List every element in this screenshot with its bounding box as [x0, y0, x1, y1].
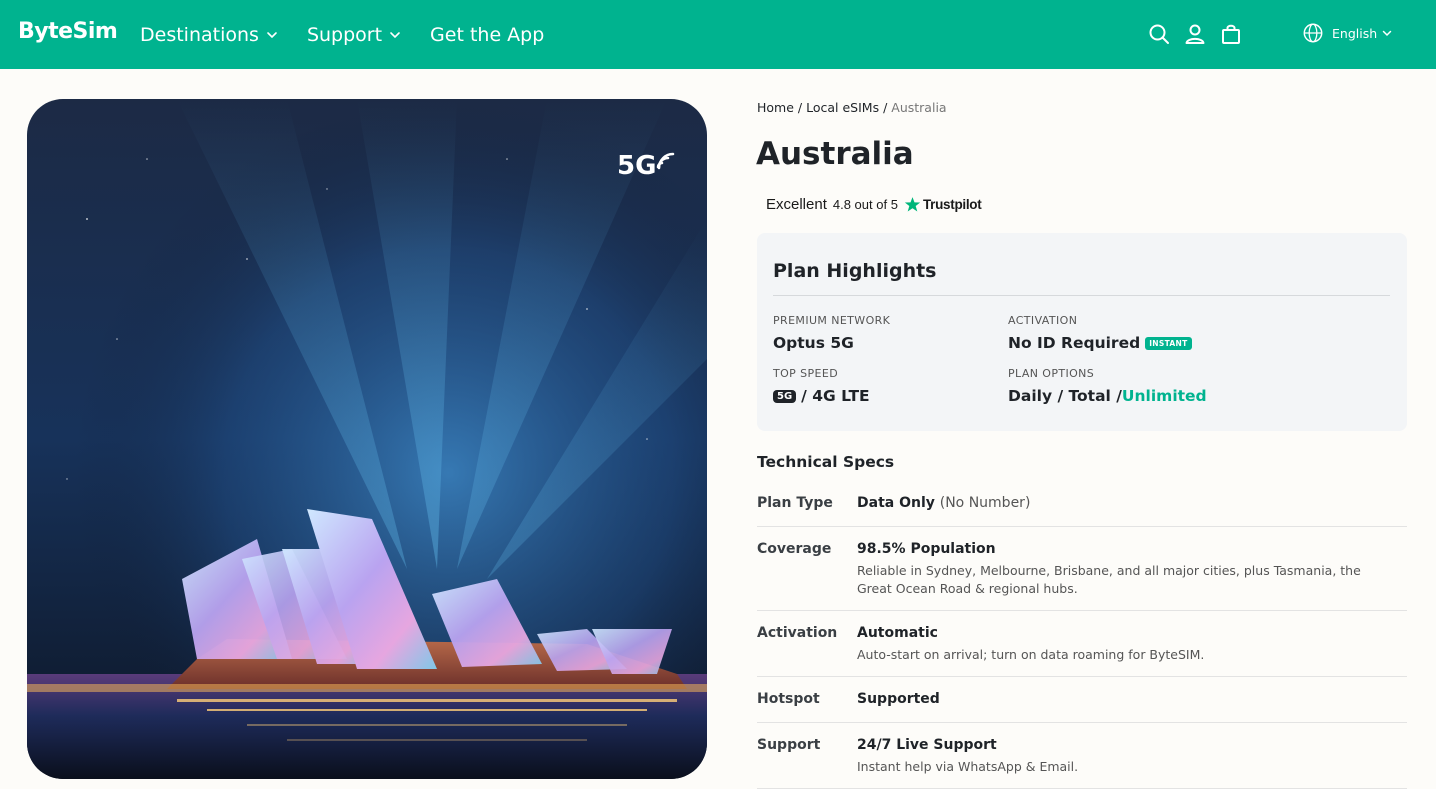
nav-get-the-app-label: Get the App — [430, 23, 545, 46]
highlight-activation-value: No ID Required — [1008, 334, 1141, 352]
spec-row-activation: Activation Automatic Auto-start on arriv… — [757, 611, 1407, 677]
highlight-network-value: Optus 5G — [773, 334, 854, 352]
spec-key: Coverage — [757, 541, 832, 557]
spec-row-support: Support 24/7 Live Support Instant help v… — [757, 723, 1407, 789]
header-actions — [1147, 22, 1255, 46]
spec-value: 24/7 Live Support — [857, 737, 997, 753]
breadcrumb: Home / Local eSIMs / Australia — [757, 100, 947, 115]
plan-highlights-card: Plan Highlights PREMIUM NETWORK Optus 5G… — [757, 233, 1407, 431]
trustpilot-star-icon — [904, 197, 921, 212]
top-navigation-bar: ByteSim Destinations Support Get the App… — [0, 0, 1436, 69]
nav-destinations[interactable]: Destinations — [140, 24, 279, 46]
chevron-down-icon — [267, 31, 277, 38]
nav-support[interactable]: Support — [307, 24, 402, 46]
spec-description: Instant help via WhatsApp & Email. — [857, 759, 1079, 774]
trustpilot-wordmark: Trustpilot — [922, 197, 982, 212]
chevron-down-icon — [1382, 30, 1392, 37]
rating-label: Excellent — [766, 196, 827, 213]
nav-destinations-label: Destinations — [140, 23, 259, 46]
5g-badge-text: 5G — [617, 151, 657, 181]
highlight-speed: TOP SPEED 5G / 4G LTE — [773, 367, 870, 405]
highlight-activation: ACTIVATION No ID Required INSTANT — [1008, 314, 1192, 352]
highlight-options-unlimited: Unlimited — [1121, 387, 1207, 405]
bag-icon[interactable] — [1219, 22, 1243, 46]
language-selector[interactable]: English — [1302, 22, 1393, 44]
highlight-speed-value: / 4G LTE — [801, 387, 870, 405]
spec-row-hotspot: Hotspot Supported — [757, 677, 1407, 723]
spec-row-plan-type: Plan Type Data Only (No Number) — [757, 482, 1407, 527]
highlight-options-value-row: Daily / Total / Unlimited — [1008, 387, 1207, 405]
highlight-options-label: PLAN OPTIONS — [1008, 367, 1095, 380]
sydney-opera-house-image — [27, 99, 707, 779]
page-title: Australia — [756, 136, 914, 172]
technical-specs-title: Technical Specs — [757, 453, 895, 471]
main-nav: Destinations Support Get the App — [140, 0, 572, 69]
5g-pill: 5G — [773, 389, 797, 403]
plan-highlights-title: Plan Highlights — [773, 260, 937, 282]
spec-description: Auto-start on arrival; turn on data roam… — [857, 647, 1205, 662]
spec-value: Automatic — [857, 625, 938, 641]
nav-support-label: Support — [306, 23, 383, 46]
5g-badge: 5G — [617, 145, 680, 179]
spec-value: 98.5% Population — [857, 541, 996, 557]
search-icon[interactable] — [1147, 22, 1171, 46]
breadcrumb-current: Australia — [891, 100, 947, 115]
breadcrumb-separator: / — [883, 100, 888, 115]
highlight-options-value: Daily / Total / — [1008, 387, 1122, 405]
instant-badge: INSTANT — [1145, 336, 1192, 350]
spec-key: Plan Type — [757, 495, 833, 511]
destination-hero-image: 5G — [27, 99, 707, 779]
spec-value: Data Only (No Number) — [857, 495, 1030, 511]
spec-key: Support — [757, 737, 821, 753]
spec-key: Hotspot — [757, 691, 820, 707]
highlight-speed-value-row: 5G / 4G LTE — [773, 387, 870, 405]
highlight-network-label: PREMIUM NETWORK — [773, 314, 891, 327]
spec-value: Supported — [857, 691, 940, 707]
user-icon[interactable] — [1183, 22, 1207, 46]
bytesim-logo[interactable]: ByteSim — [18, 19, 118, 44]
spec-description: Reliable in Sydney, Melbourne, Brisbane,… — [857, 563, 1361, 596]
trustpilot-rating[interactable]: Excellent 4.8 out of 5 Trustpilot — [766, 196, 982, 213]
nav-get-the-app[interactable]: Get the App — [430, 24, 544, 46]
chevron-down-icon — [390, 31, 400, 38]
spec-row-coverage: Coverage 98.5% Population Reliable in Sy… — [757, 527, 1407, 611]
divider — [773, 295, 1390, 296]
highlight-activation-value-row: No ID Required INSTANT — [1008, 334, 1192, 352]
highlight-activation-label: ACTIVATION — [1008, 314, 1078, 327]
signal-waves-icon — [657, 152, 675, 170]
highlight-network: PREMIUM NETWORK Optus 5G — [773, 314, 890, 352]
language-label: English — [1332, 25, 1378, 41]
breadcrumb-separator: / — [797, 100, 803, 115]
highlight-options: PLAN OPTIONS Daily / Total / Unlimited — [1008, 367, 1207, 405]
highlight-speed-label: TOP SPEED — [773, 367, 839, 380]
spec-value-text: Data Only — [857, 495, 935, 511]
spec-key: Activation — [757, 625, 838, 641]
rating-score: 4.8 out of 5 — [832, 197, 898, 212]
globe-icon — [1303, 23, 1323, 43]
breadcrumb-home[interactable]: Home — [757, 100, 794, 115]
breadcrumb-local-esims[interactable]: Local eSIMs — [806, 100, 879, 115]
spec-value-note: (No Number) — [939, 495, 1031, 511]
